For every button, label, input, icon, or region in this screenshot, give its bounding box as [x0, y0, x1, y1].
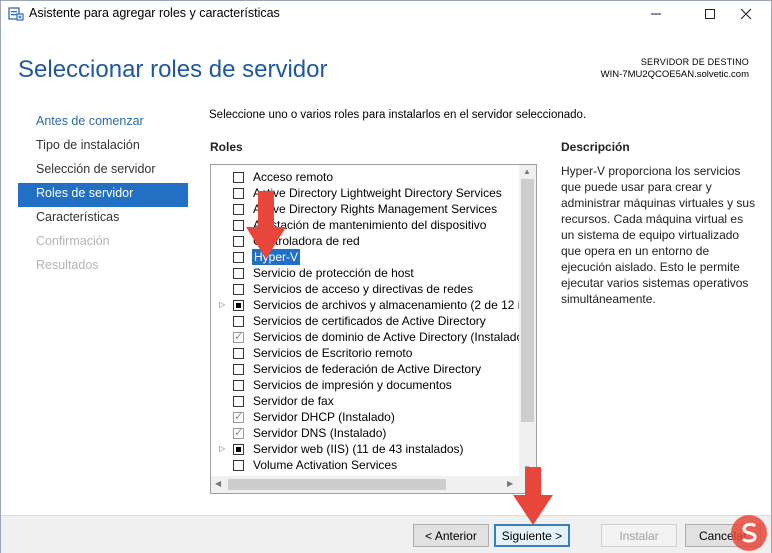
role-checkbox[interactable] [233, 316, 244, 327]
expand-chevron-icon[interactable]: ▷ [219, 300, 227, 310]
instruction-text: Seleccione uno o varios roles para insta… [209, 109, 587, 121]
nav-item-1[interactable]: Tipo de instalación [18, 135, 188, 159]
role-checkbox[interactable] [233, 348, 244, 359]
role-label[interactable]: Servicios de acceso y directivas de rede… [253, 281, 473, 297]
server-manager-icon [8, 6, 24, 22]
role-row[interactable]: Servidor DHCP (Instalado) [211, 409, 520, 425]
nav-item-5: Confirmación [36, 234, 110, 248]
role-checkbox[interactable] [233, 236, 244, 247]
role-label[interactable]: Servicios de certificados de Active Dire… [253, 313, 486, 329]
role-checkbox[interactable] [233, 396, 244, 407]
role-label[interactable]: Servicios de archivos y almacenamiento (… [253, 297, 536, 313]
role-checkbox[interactable] [233, 204, 244, 215]
role-row[interactable]: Servidor de fax [211, 393, 520, 409]
roles-heading: Roles [210, 140, 243, 154]
page-heading: Seleccionar roles de servidor [18, 56, 328, 83]
role-checkbox[interactable] [233, 188, 244, 199]
role-row[interactable]: Volume Activation Services [211, 457, 520, 473]
role-label[interactable]: Servidor web (IIS) (11 de 43 instalados) [253, 441, 464, 457]
nav-item-2[interactable]: Selección de servidor [18, 159, 188, 183]
role-label[interactable]: Servidor de fax [253, 393, 334, 409]
title-bar[interactable]: Asistente para agregar roles y caracterí… [1, 1, 771, 27]
role-label[interactable]: Servicio de protección de host [253, 265, 414, 281]
role-row[interactable]: ▷ Servidor web (IIS) (11 de 43 instalados… [211, 441, 520, 457]
minimize-button[interactable] [633, 1, 679, 27]
vertical-scrollbar[interactable]: ▲ ▼ [519, 165, 536, 476]
role-checkbox[interactable] [233, 330, 244, 343]
role-label[interactable]: Volume Activation Services [253, 457, 397, 473]
destination-server-value: WIN-7MU2QCOE5AN.solvetic.com [600, 69, 749, 80]
role-label[interactable]: Servicios de dominio de Active Directory… [253, 329, 527, 345]
role-label[interactable]: Servicios de impresión y documentos [253, 377, 452, 393]
role-checkbox[interactable] [233, 460, 244, 471]
role-row[interactable]: Servicio de protección de host [211, 265, 520, 281]
role-row[interactable]: Servicios de dominio de Active Directory… [211, 329, 527, 345]
maximize-icon [705, 9, 715, 19]
role-label[interactable]: Servidor DNS (Instalado) [253, 425, 386, 441]
close-icon [740, 8, 752, 20]
role-label[interactable]: Acceso remoto [253, 169, 333, 185]
description-heading: Descripción [561, 140, 630, 154]
role-label[interactable]: Active Directory Rights Management Servi… [253, 201, 497, 217]
annotation-arrow-icon [246, 191, 286, 259]
role-checkbox[interactable] [233, 410, 244, 423]
role-label[interactable]: Atestación de mantenimiento del disposit… [253, 217, 486, 233]
annotation-arrow-icon [513, 467, 553, 525]
minimize-icon [651, 13, 661, 15]
wizard-window: Asistente para agregar roles y caracterí… [0, 0, 772, 553]
role-checkbox[interactable] [233, 252, 244, 263]
nav-item-0[interactable]: Antes de comenzar [18, 111, 188, 135]
next-button[interactable]: Siguiente > [494, 524, 570, 547]
close-button[interactable] [723, 1, 769, 27]
role-row[interactable]: Servicios de certificados de Active Dire… [211, 313, 520, 329]
role-row[interactable]: Servidor DNS (Instalado) [211, 425, 520, 441]
role-checkbox[interactable] [233, 444, 244, 455]
horizontal-scroll-thumb[interactable] [228, 479, 446, 490]
back-button[interactable]: < Anterior [413, 524, 489, 547]
solvetic-logo-icon [731, 515, 767, 551]
role-checkbox[interactable] [233, 172, 244, 183]
role-checkbox[interactable] [233, 284, 244, 295]
role-row[interactable]: Servicios de federación de Active Direct… [211, 361, 520, 377]
role-checkbox[interactable] [233, 300, 244, 311]
destination-server-label: SERVIDOR DE DESTINO [640, 57, 749, 67]
role-checkbox[interactable] [233, 268, 244, 279]
window-title: Asistente para agregar roles y caracterí… [29, 6, 280, 20]
role-checkbox[interactable] [233, 220, 244, 231]
scroll-up-icon[interactable]: ▲ [523, 167, 531, 176]
role-row[interactable]: Servicios de impresión y documentos [211, 377, 520, 393]
role-label[interactable]: Active Directory Lightweight Directory S… [253, 185, 502, 201]
role-checkbox[interactable] [233, 380, 244, 391]
role-row[interactable]: Acceso remoto [211, 169, 520, 185]
scroll-left-icon[interactable]: ◀ [215, 479, 221, 488]
nav-item-4[interactable]: Características [18, 207, 188, 231]
install-button[interactable]: Instalar [601, 524, 677, 547]
role-checkbox[interactable] [233, 426, 244, 439]
role-row[interactable]: ▷ Servicios de archivos y almacenamiento … [211, 297, 536, 313]
horizontal-scrollbar[interactable]: ◀ ▶ [211, 476, 536, 493]
role-checkbox[interactable] [233, 364, 244, 375]
description-text: Hyper-V proporciona los servicios que pu… [561, 164, 756, 306]
expand-chevron-icon[interactable]: ▷ [219, 444, 227, 454]
nav-item-3[interactable]: Roles de servidor [18, 183, 188, 207]
role-label[interactable]: Servidor DHCP (Instalado) [253, 409, 395, 425]
wizard-steps-nav: Antes de comenzar Tipo de instalación Sele… [18, 111, 188, 279]
nav-item-6: Resultados [36, 258, 99, 272]
role-label[interactable]: Servicios de Escritorio remoto [253, 345, 412, 361]
role-row[interactable]: Servicios de acceso y directivas de rede… [211, 281, 520, 297]
role-row[interactable]: Servicios de Escritorio remoto [211, 345, 520, 361]
role-label[interactable]: Servicios de federación de Active Direct… [253, 361, 481, 377]
vertical-scroll-thumb[interactable] [521, 179, 534, 422]
